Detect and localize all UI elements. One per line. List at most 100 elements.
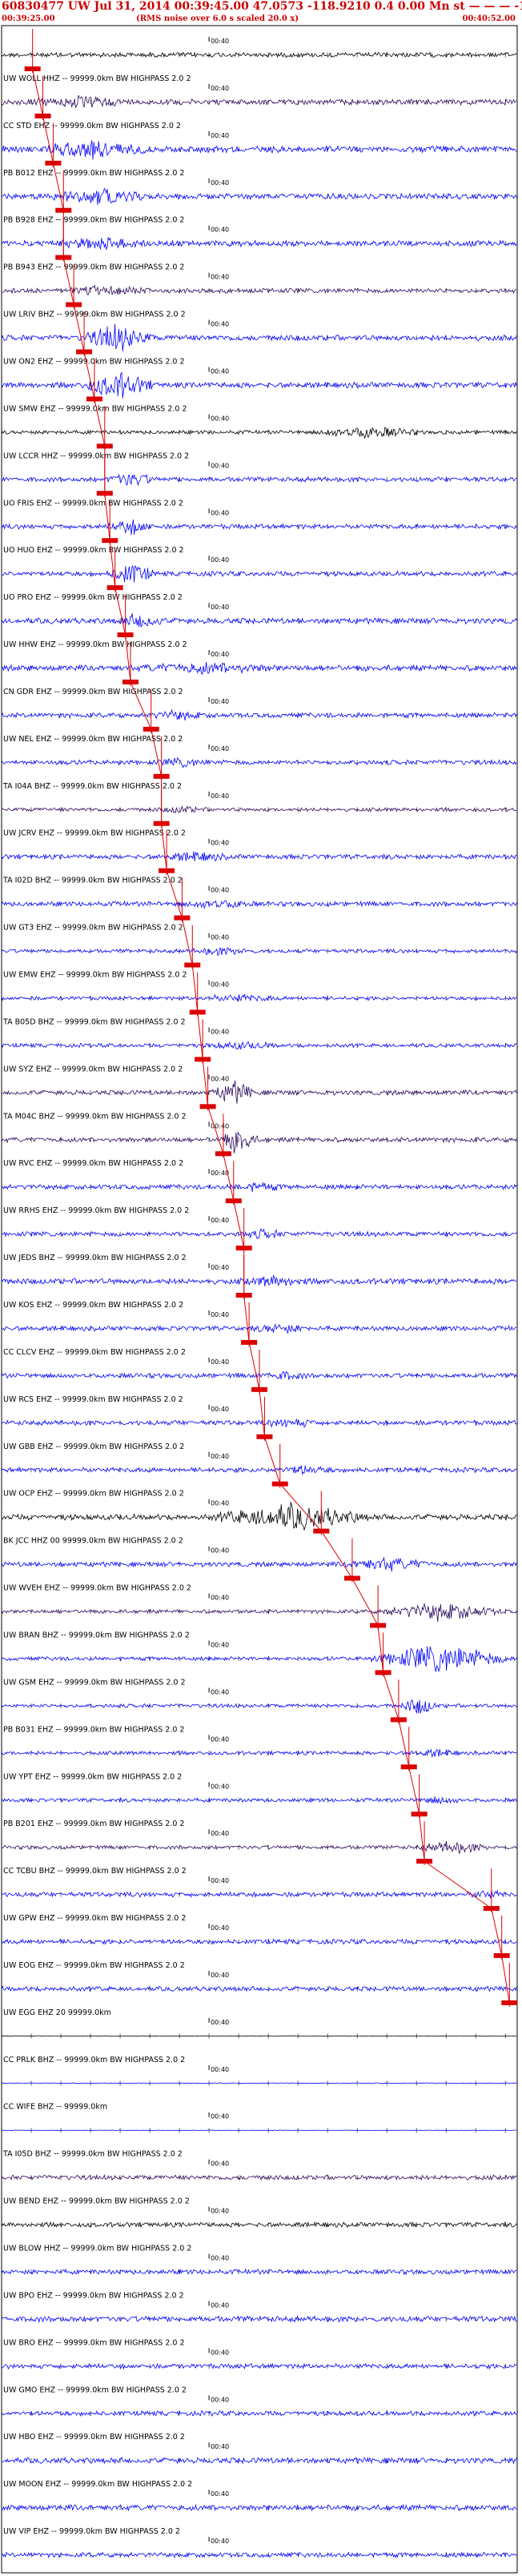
minute-tick-label: 00:40 xyxy=(211,1311,229,1318)
waveform xyxy=(1,661,517,676)
waveform xyxy=(1,1985,517,1992)
trace-16: TA I04A BHZ -- 99999.0km BW HIGHPASS 2.0… xyxy=(1,782,517,828)
trace-label: UW BRO EHZ -- 99999.0km BW HIGHPASS 2.0 … xyxy=(3,2338,185,2347)
waveform xyxy=(1,237,517,251)
trace-45: TA I05D BHZ -- 99999.0km BW HIGHPASS 2.0… xyxy=(1,2150,517,2181)
trace-25: UW RRHS EHZ -- 99999.0km BW HIGHPASS 2.0… xyxy=(1,1206,517,1253)
trace-51: UW HBO EHZ -- 99999.0km BW HIGHPASS 2.0 … xyxy=(1,2433,517,2465)
waveform xyxy=(1,94,517,109)
trace-label: UW RCS EHZ -- 99999.0km BW HIGHPASS 2.0 … xyxy=(3,1395,183,1404)
waveform xyxy=(1,1603,517,1623)
minute-tick-label: 00:40 xyxy=(211,1075,229,1082)
trace-47: UW BLOW HHZ -- 99999.0km BW HIGHPASS 2.0… xyxy=(1,2245,517,2276)
minute-tick-label: 00:40 xyxy=(211,2490,229,2498)
trace-label: UW ON2 EHZ -- 99999.0km BW HIGHPASS 2.0 … xyxy=(3,357,185,366)
trace-label: TA I02D BHZ -- 99999.0km BW HIGHPASS 2.0… xyxy=(2,877,183,885)
minute-tick-label: 00:40 xyxy=(211,2396,229,2403)
trace-0: 00:40 xyxy=(1,29,517,73)
waveform xyxy=(1,1889,517,1899)
trace-9: UW LCCR HHZ -- 99999.0km BW HIGHPASS 2.0… xyxy=(1,451,517,498)
minute-tick-label: 00:40 xyxy=(211,179,229,187)
waveform xyxy=(1,1646,517,1673)
waveform xyxy=(1,284,517,296)
trace-31: UW OCP EHZ -- 99999.0km BW HIGHPASS 2.0 … xyxy=(1,1490,517,1535)
trace-36: PB B031 EHZ -- 99999.0km BW HIGHPASS 2.0… xyxy=(1,1725,517,1772)
trace-38: PB B201 EHZ -- 99999.0km BW HIGHPASS 2.0… xyxy=(1,1820,517,1866)
trace-44: CC WIFE BHZ -- 99999.0km 00:40 xyxy=(1,2103,517,2133)
waveform xyxy=(1,1796,517,1805)
waveform xyxy=(1,140,517,160)
waveform xyxy=(1,2173,517,2181)
trace-34: UW BRAN BHZ -- 99999.0km BW HIGHPASS 2.0… xyxy=(1,1631,517,1677)
waveform xyxy=(1,1938,517,1945)
trace-32: BK JCC HHZ 00 99999.0km BW HIGHPASS 2.0 … xyxy=(1,1537,517,1583)
minute-tick-label: 00:40 xyxy=(211,840,229,847)
waveform xyxy=(1,947,517,957)
waveform xyxy=(1,1418,517,1428)
trace-10: UO FRIS EHZ -- 99999.0km BW HIGHPASS 2.0… xyxy=(1,499,517,545)
minute-tick-label: 00:40 xyxy=(211,2443,229,2450)
trace-label: UW LCCR HHZ -- 99999.0km BW HIGHPASS 2.0… xyxy=(3,451,189,460)
trace-27: UW KOS EHZ -- 99999.0km BW HIGHPASS 2.0 … xyxy=(1,1301,517,1346)
trace-40: UW GPW EHZ -- 99999.0km BW HIGHPASS 2.0 … xyxy=(1,1914,517,1960)
waveform xyxy=(1,613,517,628)
minute-tick-label: 00:40 xyxy=(211,2113,229,2121)
trace-label: TA B05D BHZ -- 99999.0km BW HIGHPASS 2.0… xyxy=(2,1017,186,1026)
trace-19: UW GT3 EHZ -- 99999.0km BW HIGHPASS 2.0 … xyxy=(1,924,517,969)
waveform xyxy=(1,2409,517,2418)
minute-tick-label: 00:40 xyxy=(211,274,229,281)
minute-tick-label: 00:40 xyxy=(211,2349,229,2356)
trace-41: UW EOG EHZ -- 99999.0km BW HIGHPASS 2.0 … xyxy=(1,1961,518,2007)
waveform xyxy=(1,1080,517,1104)
trace-17: UW JCRV EHZ -- 99999.0km BW HIGHPASS 2.0… xyxy=(1,829,517,875)
waveform xyxy=(1,2082,517,2084)
trace-label: UW EMW EHZ -- 99999.0km BW HIGHPASS 2.0 … xyxy=(3,971,187,980)
minute-tick-label: 00:40 xyxy=(211,227,229,234)
trace-50: UW GMO EHZ -- 99999.0km BW HIGHPASS 2.0 … xyxy=(1,2385,517,2418)
waveform xyxy=(1,756,517,768)
trace-8: UW SMW EHZ -- 99999.0km BW HIGHPASS 2.0 … xyxy=(1,404,517,451)
waveform xyxy=(1,2268,517,2276)
waveform xyxy=(1,1699,517,1715)
waveform xyxy=(1,473,517,487)
trace-43: CC PRLK BHZ -- 99999.0km BW HIGHPASS 2.0… xyxy=(1,2056,517,2086)
waveform xyxy=(1,1227,517,1239)
minute-tick-label: 00:40 xyxy=(211,1358,229,1366)
minute-tick-label: 00:40 xyxy=(211,1595,229,1602)
waveform xyxy=(1,187,517,206)
minute-tick-label: 00:40 xyxy=(211,1877,229,1884)
minute-tick-label: 00:40 xyxy=(211,556,229,564)
trace-14: CN GDR EHZ -- 99999.0km BW HIGHPASS 2.0 … xyxy=(1,688,517,733)
trace-6: UW LRIV BHZ -- 99999.0km BW HIGHPASS 2.0… xyxy=(1,311,517,356)
trace-label: PB B012 EHZ -- 99999.0km BW HIGHPASS 2.0… xyxy=(3,169,184,178)
minute-tick-label: 00:40 xyxy=(211,981,229,989)
minute-tick-label: 00:40 xyxy=(211,1170,229,1177)
minute-tick-label: 00:40 xyxy=(211,698,229,705)
minute-tick-label: 00:40 xyxy=(211,1547,229,1555)
waveform xyxy=(1,1557,517,1572)
minute-tick-label: 00:40 xyxy=(211,462,229,469)
trace-53: UW VIP EHZ -- 99999.0km BW HIGHPASS 2.0 … xyxy=(1,2527,517,2559)
trace-35: UW GSM EHZ -- 99999.0km BW HIGHPASS 2.0 … xyxy=(1,1678,517,1724)
trace-13: UW HHW EHZ -- 99999.0km BW HIGHPASS 2.0 … xyxy=(1,640,517,686)
minute-tick-label: 00:40 xyxy=(211,1783,229,1790)
trace-23: TA M04C BHZ -- 99999.0km BW HIGHPASS 2.0… xyxy=(1,1112,517,1158)
minute-tick-label: 00:40 xyxy=(211,1217,229,1224)
trace-label: PB B943 EHZ -- 99999.0km BW HIGHPASS 2.0… xyxy=(3,263,184,272)
trace-label: TA M04C BHZ -- 99999.0km BW HIGHPASS 2.0… xyxy=(2,1112,187,1121)
trace-label: UW BLOW HHZ -- 99999.0km BW HIGHPASS 2.0… xyxy=(3,2245,191,2253)
minute-tick-label: 00:40 xyxy=(211,1641,229,1648)
waveform xyxy=(1,519,517,536)
trace-label: PB B928 EHZ -- 99999.0km BW HIGHPASS 2.0… xyxy=(3,216,184,225)
trace-20: UW EMW EHZ -- 99999.0km BW HIGHPASS 2.0 … xyxy=(1,971,517,1017)
trace-7: UW ON2 EHZ -- 99999.0km BW HIGHPASS 2.0 … xyxy=(1,357,517,403)
trace-label: PB B031 EHZ -- 99999.0km BW HIGHPASS 2.0… xyxy=(3,1725,184,1734)
trace-42: UW EGG EHZ 20 99999.0km 00:40 xyxy=(1,2008,517,2039)
trace-label: CC CLCV EHZ -- 99999.0km BW HIGHPASS 2.0… xyxy=(3,1348,186,1357)
trace-label: UW YPT EHZ -- 99999.0km BW HIGHPASS 2.0 … xyxy=(3,1772,182,1781)
minute-tick-label: 00:40 xyxy=(211,1972,229,1979)
trace-label: UW GPW EHZ -- 99999.0km BW HIGHPASS 2.0 … xyxy=(3,1914,186,1923)
waveform xyxy=(1,1748,517,1758)
trace-label: UO HUO EHZ -- 99999.0km BW HIGHPASS 2.0 … xyxy=(3,546,184,555)
minute-tick-label: 00:40 xyxy=(211,2161,229,2168)
